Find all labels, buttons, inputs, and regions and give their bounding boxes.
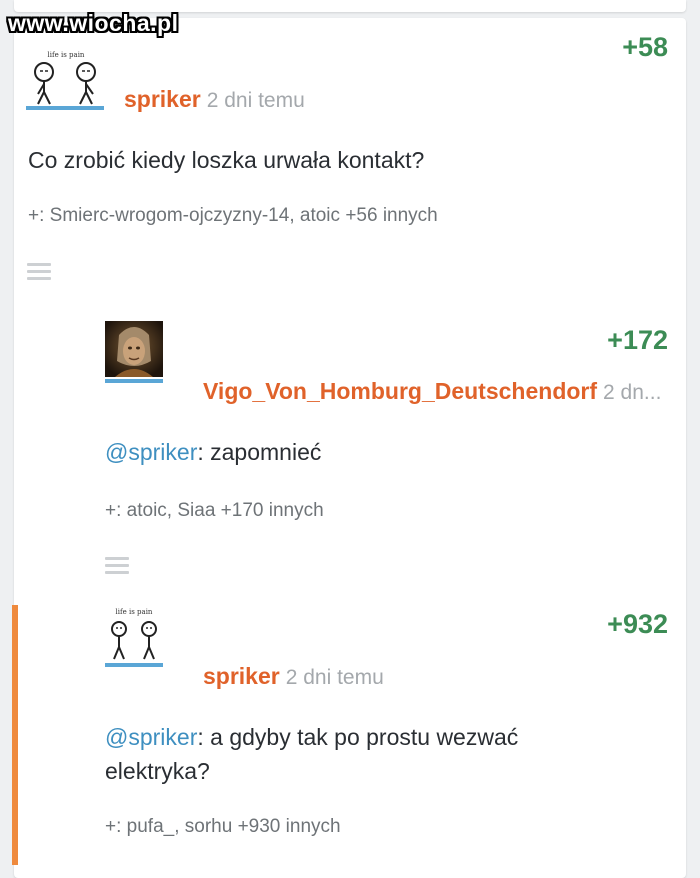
avatar[interactable]: life is pain bbox=[105, 607, 163, 667]
stickman-avatar-icon: life is pain bbox=[111, 608, 157, 660]
voters-more[interactable]: +930 innych bbox=[238, 816, 341, 837]
comment-voters: +: pufa_, sorhu +930 innych bbox=[105, 816, 341, 838]
voters-separator: , bbox=[166, 500, 173, 521]
avatar-underline bbox=[105, 379, 163, 383]
comment-author[interactable]: Vigo_Von_Homburg_Deutschendorf 2 dn... bbox=[203, 378, 661, 405]
voters-prefix: +: bbox=[105, 500, 122, 521]
voters-prefix: +: bbox=[105, 816, 122, 837]
comment-text: @spriker: zapomnieć bbox=[105, 435, 321, 469]
voters-separator: , bbox=[289, 205, 295, 226]
portrait-avatar-icon bbox=[105, 321, 163, 377]
comment-text-line2: elektryka? bbox=[105, 758, 210, 784]
voter-link[interactable]: atoic bbox=[300, 205, 340, 226]
comment-text-content: : zapomnieć bbox=[197, 439, 322, 465]
menu-icon[interactable] bbox=[27, 263, 51, 281]
comment-time: 2 dni temu bbox=[206, 89, 305, 112]
mention-link[interactable]: @spriker bbox=[105, 439, 197, 465]
avatar[interactable]: life is pain bbox=[26, 50, 104, 110]
voter-link[interactable]: Smierc-wrogom-ojczyzny-14 bbox=[50, 205, 290, 226]
stickman-avatar-icon: life is pain bbox=[34, 51, 96, 105]
comment-time: 2 dni temu bbox=[285, 666, 384, 689]
comment-author[interactable]: spriker 2 dni temu bbox=[203, 663, 384, 690]
comment-text: Co zrobić kiedy loszka urwała kontakt? bbox=[28, 147, 425, 173]
mention-link[interactable]: @spriker bbox=[105, 724, 197, 750]
avatar-underline bbox=[105, 663, 163, 667]
menu-icon[interactable] bbox=[105, 557, 129, 575]
comment-score: +932 bbox=[607, 609, 668, 639]
voter-link[interactable]: pufa_ bbox=[127, 816, 175, 837]
svg-text:life is pain: life is pain bbox=[116, 608, 153, 616]
author-name[interactable]: Vigo_Von_Homburg_Deutschendorf bbox=[203, 378, 597, 404]
thread-highlight-bar bbox=[12, 605, 18, 865]
comment-score: +58 bbox=[622, 32, 668, 62]
voter-link[interactable]: Siaa bbox=[177, 500, 215, 521]
comment-time: 2 dn... bbox=[603, 381, 662, 404]
voter-link[interactable]: sorhu bbox=[185, 816, 233, 837]
comment-author[interactable]: spriker 2 dni temu bbox=[124, 86, 305, 113]
author-name[interactable]: spriker bbox=[203, 663, 280, 689]
svg-text:life is pain: life is pain bbox=[48, 51, 85, 59]
watermark-logo: www.wiocha.pl bbox=[8, 10, 179, 36]
comment-voters: +: atoic, Siaa +170 innych bbox=[105, 500, 324, 522]
avatar[interactable] bbox=[105, 321, 163, 383]
comment-score: +172 bbox=[607, 325, 668, 355]
voters-more[interactable]: +56 innych bbox=[345, 205, 437, 226]
voters-separator: , bbox=[174, 816, 180, 837]
comment-text: @spriker: a gdyby tak po prostu wezwać e… bbox=[105, 720, 518, 788]
voters-prefix: +: bbox=[28, 205, 45, 226]
voter-link[interactable]: atoic bbox=[127, 500, 167, 521]
comment-voters: +: Smierc-wrogom-ojczyzny-14, atoic +56 … bbox=[28, 205, 438, 227]
avatar-underline bbox=[26, 106, 104, 110]
voters-more[interactable]: +170 innych bbox=[221, 500, 324, 521]
comment-text-line1: : a gdyby tak po prostu wezwać bbox=[197, 724, 519, 750]
author-name[interactable]: spriker bbox=[124, 86, 201, 112]
